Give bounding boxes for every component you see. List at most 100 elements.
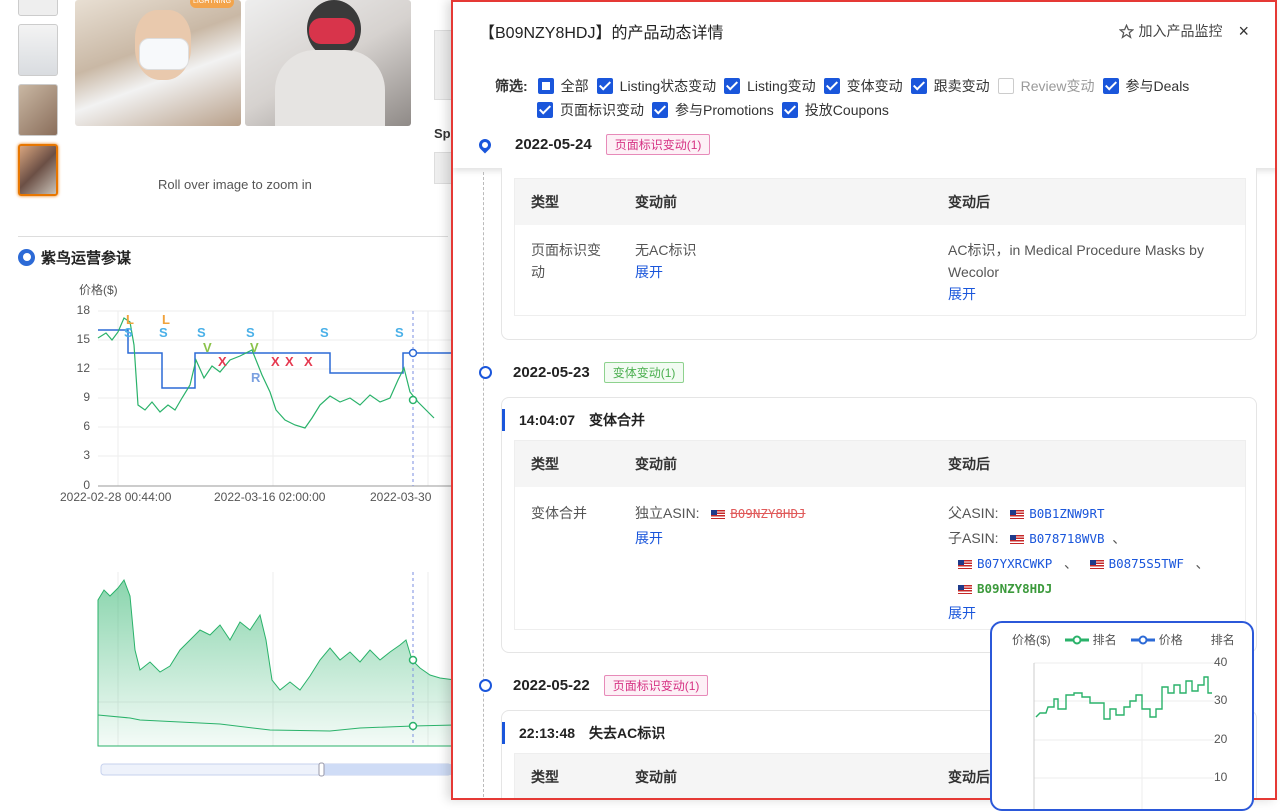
header-type: 类型 bbox=[531, 769, 559, 785]
filter-filters-row1-2[interactable]: Listing变动 bbox=[724, 74, 816, 98]
separator: 、 bbox=[1112, 530, 1127, 546]
event-date: 2022-05-24 bbox=[515, 136, 592, 153]
filter-option-label: Listing状态变动 bbox=[619, 78, 717, 94]
event-card-1: 类型 变动前 变动后 页面标识变动 无AC标识 展开 AC标识，in Medica… bbox=[501, 168, 1257, 340]
child-label: 子ASIN: bbox=[948, 530, 999, 546]
lower-point bbox=[408, 655, 418, 665]
child-asin[interactable]: B078718WVB bbox=[1029, 531, 1104, 546]
child-asin[interactable]: B0875S5TWF bbox=[1109, 556, 1184, 571]
mini-tick-40: 40 bbox=[1214, 655, 1228, 669]
table-header: 类型 变动前 变动后 bbox=[515, 441, 1245, 487]
filter-row-2: 页面标识变动 参与Promotions 投放Coupons bbox=[495, 98, 1255, 122]
timeline-line bbox=[483, 172, 484, 798]
table-row: 页面标识变动 无AC标识 展开 AC标识，in Medical Procedure… bbox=[515, 225, 1245, 305]
checkbox-icon[interactable] bbox=[537, 102, 553, 118]
event-title: 失去AC标识 bbox=[589, 725, 666, 741]
event-date: 2022-05-23 bbox=[513, 364, 590, 381]
filter-filters-row1-0[interactable]: 全部 bbox=[537, 74, 589, 98]
marker-s2: S bbox=[159, 325, 168, 340]
mini-chart-popup[interactable]: 价格($) 排名 价格 排名 40 30 20 10 bbox=[990, 621, 1254, 811]
checkbox-icon[interactable] bbox=[596, 78, 613, 94]
marker-x1: X bbox=[218, 354, 227, 369]
marker-v1: V bbox=[203, 340, 212, 355]
event-title: 变体合并 bbox=[589, 412, 646, 428]
checkbox-icon[interactable] bbox=[1102, 78, 1119, 94]
add-monitor-button[interactable]: 加入产品监控 bbox=[1119, 21, 1222, 41]
mini-rank-line bbox=[1035, 676, 1212, 720]
range-slider-handle[interactable] bbox=[318, 762, 325, 777]
filter-filters-row2-1[interactable]: 参与Promotions bbox=[652, 98, 774, 122]
cell-before: 独立ASIN: B09NZY8HDJ 展开 bbox=[619, 501, 932, 625]
filter-filters-row2-0[interactable]: 页面标识变动 bbox=[537, 98, 644, 122]
event-time: 14:04:07 bbox=[519, 412, 576, 428]
filter-filters-row2-2[interactable]: 投放Coupons bbox=[781, 98, 889, 122]
header-after: 变动后 bbox=[948, 456, 990, 472]
event-tag[interactable]: 页面标识变动(1) bbox=[603, 675, 709, 696]
filter-option-label: 变体变动 bbox=[846, 78, 903, 94]
child-asin-current[interactable]: B09NZY8HDJ bbox=[977, 581, 1052, 596]
checkbox-icon[interactable] bbox=[997, 78, 1014, 94]
event-tag[interactable]: 页面标识变动(1) bbox=[605, 134, 711, 155]
before-asin[interactable]: B09NZY8HDJ bbox=[730, 506, 805, 521]
filter-option-label: Review变动 bbox=[1020, 78, 1095, 94]
us-flag-icon bbox=[958, 584, 972, 594]
event-date-row-3: 2022-05-22 页面标识变动(1) bbox=[479, 675, 709, 696]
timeline-dot-icon bbox=[479, 679, 492, 692]
expand-link[interactable]: 展开 bbox=[635, 261, 932, 283]
cell-type: 页面标识变动 bbox=[531, 242, 601, 280]
header-before: 变动前 bbox=[635, 194, 677, 210]
header-before: 变动前 bbox=[635, 769, 677, 785]
checkbox-icon[interactable] bbox=[823, 78, 840, 94]
mini-tick-10: 10 bbox=[1214, 770, 1228, 784]
event-subheader: 14:04:07 变体合并 bbox=[502, 409, 645, 431]
dialog-title: 【B09NZY8HDJ】的产品动态详情 bbox=[479, 25, 724, 42]
add-monitor-label: 加入产品监控 bbox=[1138, 23, 1223, 39]
checkbox-icon[interactable] bbox=[724, 78, 741, 94]
timeline-dot-icon bbox=[479, 366, 492, 379]
range-slider-selection[interactable] bbox=[322, 764, 451, 775]
separator: 、 bbox=[1195, 555, 1210, 571]
filter-filters-row1-5[interactable]: Review变动 bbox=[997, 74, 1095, 98]
marker-x2: X bbox=[271, 354, 280, 369]
expand-link[interactable]: 展开 bbox=[948, 283, 1225, 305]
before-value: 无AC标识 bbox=[635, 242, 697, 258]
close-icon[interactable]: × bbox=[1238, 21, 1249, 42]
event-card-2: 14:04:07 变体合并 类型 变动前 变动后 变体合并 独立ASIN: B0… bbox=[501, 397, 1257, 653]
change-table-2: 类型 变动前 变动后 变体合并 独立ASIN: B09NZY8HDJ 展开 父A… bbox=[514, 440, 1246, 630]
filter-option-label: 参与Deals bbox=[1125, 78, 1190, 94]
x-tick-2: 2022-03-16 02:00:00 bbox=[214, 490, 326, 504]
filter-filters-row1-1[interactable]: Listing状态变动 bbox=[596, 74, 717, 98]
product-page-background: LIGHTNING Roll over image to zoom in Sp … bbox=[0, 0, 455, 800]
star-icon bbox=[1119, 23, 1135, 39]
table-row: 变体合并 独立ASIN: B09NZY8HDJ 展开 父ASIN: B0B1ZN… bbox=[515, 487, 1245, 625]
filter-bar: 筛选: 全部 Listing状态变动 Listing变动 变体变动 跟卖变动 Review… bbox=[495, 74, 1255, 122]
us-flag-icon bbox=[958, 559, 972, 569]
rank-point bbox=[408, 395, 418, 405]
event-markers: L L S S S S S S V V R X X X X bbox=[124, 312, 404, 385]
us-flag-icon bbox=[1010, 509, 1025, 519]
filter-option-label: 页面标识变动 bbox=[560, 102, 644, 118]
filter-option-label: 参与Promotions bbox=[675, 102, 774, 118]
x-tick-3: 2022-03-30 bbox=[370, 490, 432, 504]
marker-x4: X bbox=[304, 354, 313, 369]
expand-link[interactable]: 展开 bbox=[635, 526, 932, 550]
child-asin[interactable]: B07YXRCWKP bbox=[977, 556, 1052, 571]
filter-option-label: Listing变动 bbox=[747, 78, 816, 94]
marker-s6: S bbox=[395, 325, 404, 340]
filter-filters-row1-4[interactable]: 跟卖变动 bbox=[910, 74, 990, 98]
checkbox-icon[interactable] bbox=[537, 78, 554, 94]
dialog-header: 【B09NZY8HDJ】的产品动态详情 加入产品监控 × bbox=[453, 2, 1275, 60]
marker-v2: V bbox=[250, 340, 259, 355]
parent-asin[interactable]: B0B1ZNW9RT bbox=[1029, 506, 1104, 521]
checkbox-icon[interactable] bbox=[910, 78, 927, 94]
filter-filters-row1-6[interactable]: 参与Deals bbox=[1102, 74, 1190, 98]
event-date: 2022-05-22 bbox=[513, 677, 590, 694]
checkbox-icon[interactable] bbox=[781, 102, 798, 118]
filter-filters-row1-3[interactable]: 变体变动 bbox=[823, 74, 903, 98]
location-pin-icon bbox=[476, 136, 494, 153]
mini-tick-20: 20 bbox=[1214, 732, 1228, 746]
event-tag[interactable]: 变体变动(1) bbox=[603, 362, 685, 383]
mini-tick-30: 30 bbox=[1214, 693, 1228, 707]
checkbox-icon[interactable] bbox=[652, 102, 668, 118]
header-after: 变动后 bbox=[948, 194, 990, 210]
